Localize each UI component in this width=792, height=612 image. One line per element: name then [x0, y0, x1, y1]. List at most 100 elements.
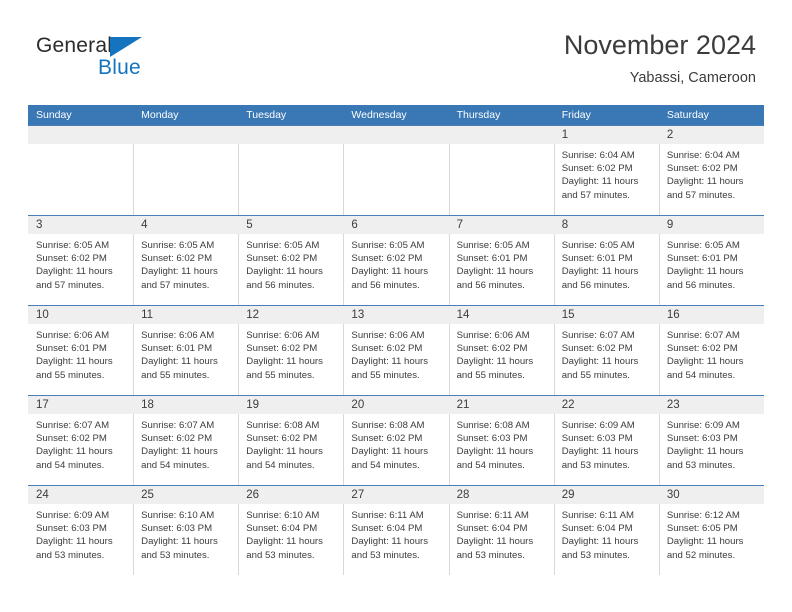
daylight-line2: and 57 minutes.: [141, 279, 210, 291]
daylight-line2: and 54 minutes.: [246, 459, 315, 471]
day-cell[interactable]: [238, 126, 344, 215]
day-number-band: 29: [553, 486, 659, 504]
day-cell[interactable]: 12 Sunrise: 6:06 AM Sunset: 6:02 PM Dayl…: [238, 306, 344, 395]
day-number: 3: [36, 219, 43, 231]
sunrise-text: Sunrise: 6:04 AM: [561, 150, 635, 161]
day-cell[interactable]: 8 Sunrise: 6:05 AM Sunset: 6:01 PM Dayli…: [553, 216, 659, 305]
daylight-line1: Daylight: 11 hours: [351, 356, 429, 368]
daylight-line1: Daylight: 11 hours: [456, 356, 534, 368]
day-cell[interactable]: 22 Sunrise: 6:09 AM Sunset: 6:03 PM Dayl…: [553, 396, 659, 485]
day-details: Sunrise: 6:11 AM Sunset: 6:04 PM Dayligh…: [449, 504, 554, 562]
day-cell[interactable]: 28 Sunrise: 6:11 AM Sunset: 6:04 PM Dayl…: [448, 486, 554, 575]
day-cell[interactable]: 16 Sunrise: 6:07 AM Sunset: 6:02 PM Dayl…: [658, 306, 764, 395]
sunrise-text: Sunrise: 6:06 AM: [456, 330, 530, 341]
day-cell[interactable]: 19 Sunrise: 6:08 AM Sunset: 6:02 PM Dayl…: [238, 396, 344, 485]
day-cell[interactable]: 21 Sunrise: 6:08 AM Sunset: 6:03 PM Dayl…: [448, 396, 554, 485]
day-cell[interactable]: 4 Sunrise: 6:05 AM Sunset: 6:02 PM Dayli…: [133, 216, 239, 305]
day-number-band: [28, 126, 134, 144]
day-cell[interactable]: [28, 126, 134, 215]
daylight-line2: and 56 minutes.: [561, 279, 630, 291]
sunset-text: Sunset: 6:04 PM: [351, 523, 423, 535]
day-details: [28, 144, 133, 149]
day-cell[interactable]: 13 Sunrise: 6:06 AM Sunset: 6:02 PM Dayl…: [343, 306, 449, 395]
day-cell[interactable]: 20 Sunrise: 6:08 AM Sunset: 6:02 PM Dayl…: [343, 396, 449, 485]
day-number: 14: [456, 309, 470, 321]
day-cell[interactable]: 10 Sunrise: 6:06 AM Sunset: 6:01 PM Dayl…: [28, 306, 134, 395]
sunrise-text: Sunrise: 6:07 AM: [36, 420, 110, 431]
day-number-band: 14: [448, 306, 554, 324]
sunset-text: Sunset: 6:02 PM: [246, 343, 318, 355]
daylight-line2: and 52 minutes.: [666, 549, 736, 561]
daylight-line2: and 53 minutes.: [36, 549, 105, 561]
day-details: Sunrise: 6:07 AM Sunset: 6:02 PM Dayligh…: [554, 324, 659, 382]
day-number-band: 8: [553, 216, 659, 234]
day-details: Sunrise: 6:06 AM Sunset: 6:01 PM Dayligh…: [133, 324, 238, 382]
day-cell[interactable]: [343, 126, 449, 215]
sunset-text: Sunset: 6:05 PM: [666, 523, 738, 535]
daylight-line1: Daylight: 11 hours: [351, 446, 429, 458]
day-cell[interactable]: 1 Sunrise: 6:04 AM Sunset: 6:02 PM Dayli…: [553, 126, 659, 215]
sunrise-text: Sunrise: 6:06 AM: [36, 330, 110, 341]
day-number-band: 17: [28, 396, 134, 414]
day-cell[interactable]: 18 Sunrise: 6:07 AM Sunset: 6:02 PM Dayl…: [133, 396, 239, 485]
day-cell[interactable]: 25 Sunrise: 6:10 AM Sunset: 6:03 PM Dayl…: [133, 486, 239, 575]
daylight-line2: and 55 minutes.: [351, 369, 420, 381]
week-row: 1 Sunrise: 6:04 AM Sunset: 6:02 PM Dayli…: [28, 125, 764, 215]
day-cell[interactable]: 29 Sunrise: 6:11 AM Sunset: 6:04 PM Dayl…: [553, 486, 659, 575]
sunset-text: Sunset: 6:02 PM: [351, 343, 423, 355]
day-cell[interactable]: 27 Sunrise: 6:11 AM Sunset: 6:04 PM Dayl…: [343, 486, 449, 575]
day-number: 7: [456, 219, 463, 231]
day-cell[interactable]: 24 Sunrise: 6:09 AM Sunset: 6:03 PM Dayl…: [28, 486, 134, 575]
daylight-line2: and 53 minutes.: [351, 549, 420, 561]
daylight-line2: and 55 minutes.: [36, 369, 105, 381]
daylight-line2: and 53 minutes.: [561, 549, 630, 561]
weekday-header-thursday: Thursday: [456, 109, 501, 121]
day-details: [238, 144, 343, 149]
general-blue-logo[interactable]: General Blue: [36, 34, 236, 94]
day-cell[interactable]: 3 Sunrise: 6:05 AM Sunset: 6:02 PM Dayli…: [28, 216, 134, 305]
day-cell[interactable]: 23 Sunrise: 6:09 AM Sunset: 6:03 PM Dayl…: [658, 396, 764, 485]
day-cell[interactable]: 6 Sunrise: 6:05 AM Sunset: 6:02 PM Dayli…: [343, 216, 449, 305]
day-cell[interactable]: 9 Sunrise: 6:05 AM Sunset: 6:01 PM Dayli…: [658, 216, 764, 305]
day-cell[interactable]: [133, 126, 239, 215]
sunrise-text: Sunrise: 6:06 AM: [351, 330, 425, 341]
day-cell[interactable]: [448, 126, 554, 215]
day-cell[interactable]: 26 Sunrise: 6:10 AM Sunset: 6:04 PM Dayl…: [238, 486, 344, 575]
page-subtitle-location: Yabassi, Cameroon: [629, 70, 756, 86]
day-number: 29: [561, 489, 575, 501]
day-number: 2: [666, 129, 674, 141]
day-number-band: 28: [448, 486, 554, 504]
sunset-text: Sunset: 6:03 PM: [561, 433, 633, 445]
day-details: Sunrise: 6:05 AM Sunset: 6:01 PM Dayligh…: [554, 234, 659, 292]
day-cell[interactable]: 30 Sunrise: 6:12 AM Sunset: 6:05 PM Dayl…: [658, 486, 764, 575]
day-cell[interactable]: 11 Sunrise: 6:06 AM Sunset: 6:01 PM Dayl…: [133, 306, 239, 395]
weekday-header-wednesday: Wednesday: [351, 109, 407, 121]
day-cell[interactable]: 17 Sunrise: 6:07 AM Sunset: 6:02 PM Dayl…: [28, 396, 134, 485]
logo-triangle-icon: [110, 37, 142, 57]
sunset-text: Sunset: 6:03 PM: [456, 433, 528, 445]
day-number-band: 15: [553, 306, 659, 324]
daylight-line2: and 57 minutes.: [36, 279, 105, 291]
day-details: Sunrise: 6:06 AM Sunset: 6:02 PM Dayligh…: [449, 324, 554, 382]
day-number-band: 7: [448, 216, 554, 234]
day-number-band: 5: [238, 216, 344, 234]
title-block: November 2024 Yabassi, Cameroon: [564, 28, 756, 88]
day-details: Sunrise: 6:12 AM Sunset: 6:05 PM Dayligh…: [659, 504, 764, 562]
daylight-line2: and 54 minutes.: [456, 459, 525, 471]
day-details: Sunrise: 6:08 AM Sunset: 6:02 PM Dayligh…: [343, 414, 448, 472]
day-details: [343, 144, 448, 149]
day-number: 5: [246, 219, 253, 231]
sunset-text: Sunset: 6:02 PM: [561, 343, 633, 355]
daylight-line1: Daylight: 11 hours: [561, 176, 639, 188]
weekday-header-friday: Friday: [561, 109, 591, 121]
day-cell[interactable]: 5 Sunrise: 6:05 AM Sunset: 6:02 PM Dayli…: [238, 216, 344, 305]
day-number: 16: [666, 309, 680, 321]
day-number: 24: [36, 489, 49, 501]
day-number-band: 22: [553, 396, 659, 414]
day-cell[interactable]: 15 Sunrise: 6:07 AM Sunset: 6:02 PM Dayl…: [553, 306, 659, 395]
day-cell[interactable]: 7 Sunrise: 6:05 AM Sunset: 6:01 PM Dayli…: [448, 216, 554, 305]
day-cell[interactable]: 2 Sunrise: 6:04 AM Sunset: 6:02 PM Dayli…: [658, 126, 764, 215]
day-cell[interactable]: 14 Sunrise: 6:06 AM Sunset: 6:02 PM Dayl…: [448, 306, 554, 395]
day-details: Sunrise: 6:08 AM Sunset: 6:02 PM Dayligh…: [238, 414, 343, 472]
day-details: Sunrise: 6:05 AM Sunset: 6:01 PM Dayligh…: [449, 234, 554, 292]
